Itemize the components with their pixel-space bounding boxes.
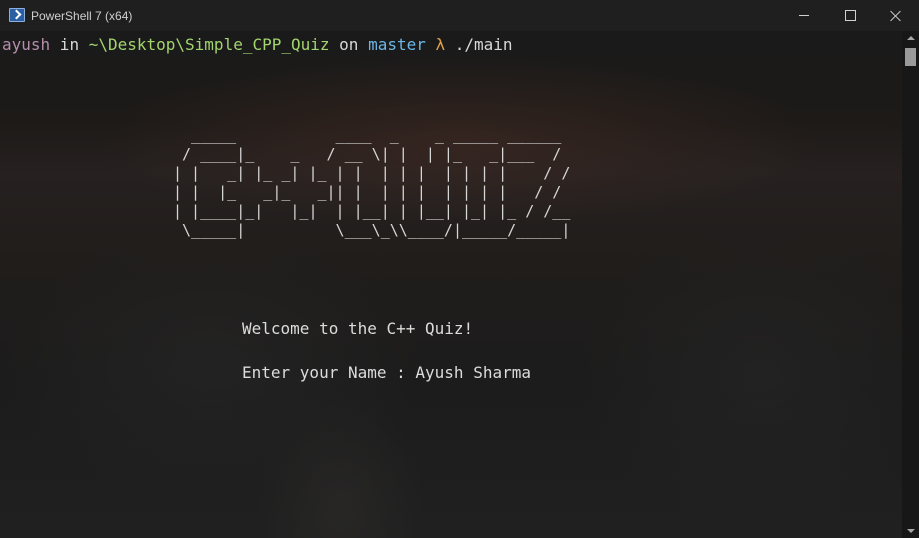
name-prompt-line: Enter your Name : Ayush Sharma [242,363,531,383]
prompt-on: on [329,35,369,54]
window-title: PowerShell 7 (x64) [31,9,133,23]
close-button[interactable] [873,0,919,31]
name-prompt-label: Enter your Name : [242,363,416,382]
maximize-button[interactable] [827,0,873,31]
vertical-scrollbar[interactable] [902,31,919,538]
maximize-icon [844,10,856,21]
prompt-branch: master [368,35,426,54]
powershell-icon [9,8,25,22]
title-bar[interactable]: PowerShell 7 (x64) [0,0,919,31]
scroll-up-button[interactable] [902,31,919,45]
terminal-area[interactable]: ayush in ~\Desktop\Simple_CPP_Quiz on ma… [0,31,902,538]
scroll-down-icon [906,529,915,533]
scroll-thumb[interactable] [905,48,916,66]
prompt-in: in [50,35,89,54]
prompt-path: ~\Desktop\Simple_CPP_Quiz [88,35,330,54]
scroll-up-icon [906,36,915,40]
scroll-down-button[interactable] [902,524,919,538]
close-icon [890,10,902,22]
prompt-user: ayush [2,35,51,54]
ascii-banner: _____ ____ _ _ _____ ______ / ____|_ _ /… [173,126,571,239]
prompt-lambda: λ [425,35,446,54]
minimize-button[interactable] [781,0,827,31]
welcome-message: Welcome to the C++ Quiz! [242,319,474,338]
minimize-icon [799,15,809,16]
prompt-command: ./main [445,35,513,54]
name-input-value[interactable]: Ayush Sharma [415,363,531,382]
prompt-line: ayush in ~\Desktop\Simple_CPP_Quiz on ma… [2,35,513,55]
